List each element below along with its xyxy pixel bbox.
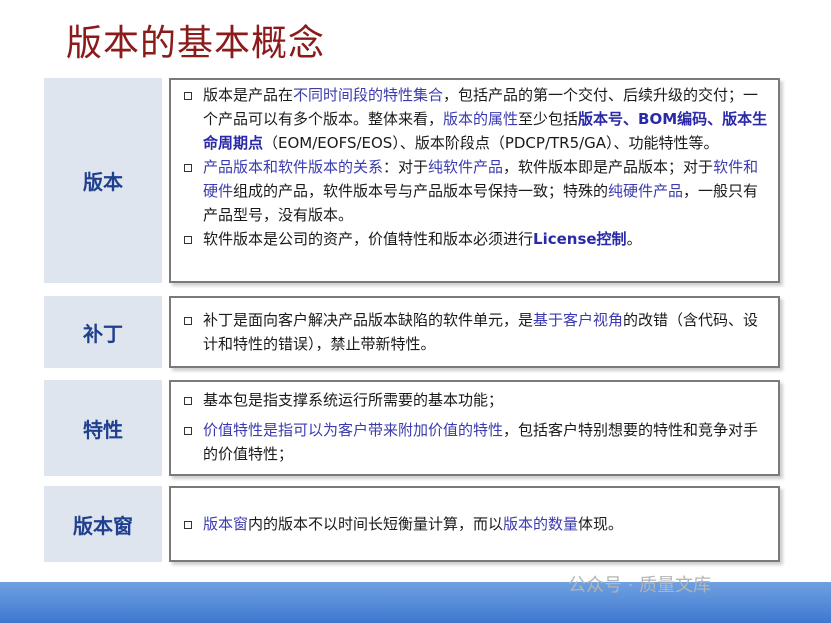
text-segment: ：对于 bbox=[383, 158, 429, 176]
bullet-item: 基本包是指支撑系统运行所需要的基本功能； bbox=[181, 388, 770, 412]
text-segment: 纯软件产品 bbox=[428, 158, 504, 176]
text-segment: ，软件版本即是产品版本；对于 bbox=[503, 158, 714, 176]
row-label: 版本窗 bbox=[44, 486, 162, 562]
text-segment: 价值特性是指可以为客户带来附加价值的特性 bbox=[203, 421, 504, 439]
watermark: 公众号 · 质量文库 bbox=[568, 575, 712, 596]
text-segment: 产品版本和软件版本的关系 bbox=[203, 158, 384, 176]
text-segment: 不同时间段的特性集合 bbox=[293, 86, 444, 104]
bullet-item: 价值特性是指可以为客户带来附加价值的特性，包括客户特别想要的特性和竞争对手的价值… bbox=[181, 418, 770, 466]
bullet-item: 补丁是面向客户解决产品版本缺陷的软件单元，是基于客户视角的改错（含代码、设计和特… bbox=[181, 308, 770, 356]
row-label: 版本 bbox=[44, 78, 162, 283]
row-label: 补丁 bbox=[44, 296, 162, 368]
text-segment: 补丁是面向客户解决产品版本缺陷的软件单元，是 bbox=[203, 311, 534, 329]
text-segment: 内的版本不以时间长短衡量计算，而以 bbox=[248, 515, 504, 533]
text-segment: 基本包是指支撑系统运行所需要的基本功能； bbox=[203, 391, 504, 409]
row-content-box: 版本窗内的版本不以时间长短衡量计算，而以版本的数量体现。 bbox=[169, 486, 780, 562]
text-segment: 基于客户视角 bbox=[533, 311, 624, 329]
row-feature: 特性 基本包是指支撑系统运行所需要的基本功能； 价值特性是指可以为客户带来附加价… bbox=[44, 380, 780, 476]
bullet-item: 版本窗内的版本不以时间长短衡量计算，而以版本的数量体现。 bbox=[181, 512, 770, 536]
row-content-box: 补丁是面向客户解决产品版本缺陷的软件单元，是基于客户视角的改错（含代码、设计和特… bbox=[169, 296, 780, 368]
text-segment: 版本窗 bbox=[203, 515, 249, 533]
text-segment: 组成的产品，软件版本号与产品版本号保持一致；特殊的 bbox=[233, 182, 609, 200]
bullet-item: 版本是产品在不同时间段的特性集合，包括产品的第一个交付、后续升级的交付；一个产品… bbox=[181, 83, 770, 155]
row-version-window: 版本窗 版本窗内的版本不以时间长短衡量计算，而以版本的数量体现。 bbox=[44, 486, 780, 562]
bullet-item: 软件版本是公司的资产，价值特性和版本必须进行License控制。 bbox=[181, 227, 770, 251]
row-label: 特性 bbox=[44, 380, 162, 476]
text-segment: 版本是产品在 bbox=[203, 86, 294, 104]
bullet-item: 产品版本和软件版本的关系：对于纯软件产品，软件版本即是产品版本；对于软件和硬件组… bbox=[181, 155, 770, 227]
text-segment: 版本的数量 bbox=[503, 515, 579, 533]
text-segment: 至少包括 bbox=[518, 110, 579, 128]
row-version: 版本 版本是产品在不同时间段的特性集合，包括产品的第一个交付、后续升级的交付；一… bbox=[44, 78, 780, 283]
text-segment: 版本的属性 bbox=[443, 110, 519, 128]
text-segment: 体现。 bbox=[578, 515, 624, 533]
text-segment: 软件版本是公司的资产，价值特性和版本必须进行 bbox=[203, 230, 534, 248]
row-patch: 补丁 补丁是面向客户解决产品版本缺陷的软件单元，是基于客户视角的改错（含代码、设… bbox=[44, 296, 780, 368]
row-content-box: 基本包是指支撑系统运行所需要的基本功能； 价值特性是指可以为客户带来附加价值的特… bbox=[169, 380, 780, 476]
page-title: 版本的基本概念 bbox=[66, 23, 326, 64]
text-segment: 纯硬件产品 bbox=[608, 182, 684, 200]
text-segment: 。 bbox=[626, 230, 642, 248]
text-segment: License控制 bbox=[533, 230, 627, 248]
text-segment: （EOM/EOFS/EOS）、版本阶段点（PDCP/TR5/GA）、功能特性等。 bbox=[263, 134, 719, 152]
row-content-box: 版本是产品在不同时间段的特性集合，包括产品的第一个交付、后续升级的交付；一个产品… bbox=[169, 78, 780, 283]
